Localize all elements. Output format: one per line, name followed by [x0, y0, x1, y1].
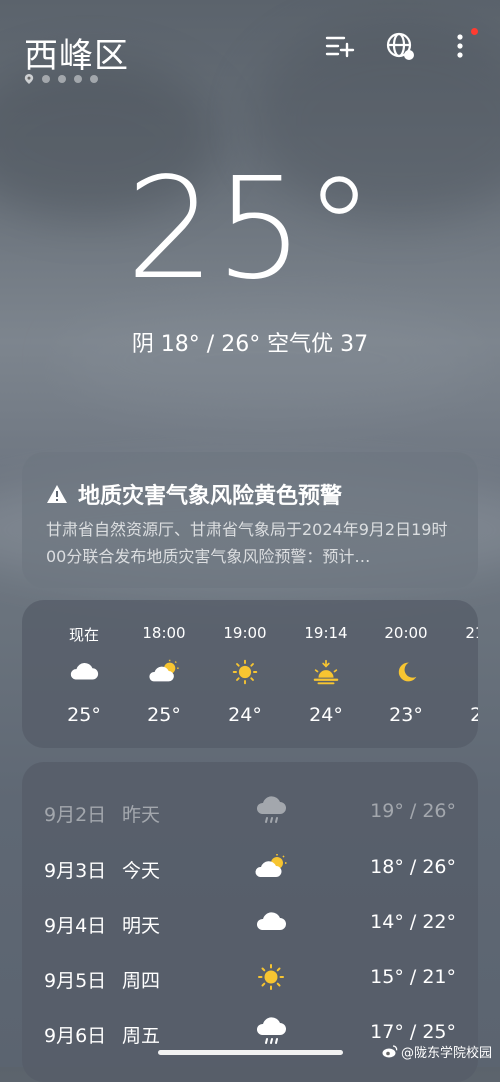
hour-temperature: 23°	[389, 704, 423, 726]
sunset-icon	[310, 658, 342, 686]
hour-temperature: 24°	[309, 704, 343, 726]
hour-time: 18:00	[142, 624, 186, 642]
sun-icon	[254, 962, 288, 992]
moon-icon	[471, 658, 478, 686]
day-date: 9月2日	[44, 804, 107, 826]
notification-dot	[471, 28, 478, 35]
weibo-icon	[382, 1045, 398, 1058]
rain-cloud-icon	[254, 796, 288, 826]
day-temperature-range: 15° / 21°	[370, 966, 456, 988]
page-dot	[74, 75, 82, 83]
weather-summary: 阴 18° / 26° 空气优 37	[131, 332, 369, 357]
page-dot	[90, 75, 98, 83]
day-date: 9月4日	[44, 915, 107, 937]
day-temperature-range: 18° / 26°	[370, 856, 456, 878]
page-dot	[42, 75, 50, 83]
weather-alert-card[interactable]: 地质灾害气象风险黄色预警 甘肃省自然资源厅、甘肃省气象局于2024年9月2日19…	[22, 452, 478, 588]
rain-cloud-icon	[254, 1017, 288, 1047]
hour-time: 19:00	[223, 624, 267, 642]
day-temperature-range: 19° / 26°	[370, 800, 456, 822]
day-weekday: 周五	[122, 1025, 161, 1047]
partly-sunny-icon	[148, 658, 180, 686]
top-bar: 西峰区	[0, 0, 500, 100]
daily-row[interactable]: 9月4日 明天 14° / 22°	[22, 903, 478, 943]
hour-time: 20:00	[384, 624, 428, 642]
cloud-icon	[68, 658, 100, 686]
city-name[interactable]: 西峰区	[24, 28, 129, 77]
page-dot	[58, 75, 66, 83]
daily-forecast[interactable]: 9月2日 昨天 19° / 26° 9月3日 今天 18° / 26° 9月4日 明天 14° …	[22, 762, 478, 1082]
day-date: 9月3日	[44, 860, 107, 882]
day-date: 9月6日	[44, 1025, 107, 1047]
hour-temperature: 24°	[228, 704, 262, 726]
cloud-icon	[254, 907, 288, 937]
warning-icon	[47, 485, 67, 503]
daily-row[interactable]: 9月2日 昨天 19° / 26°	[22, 792, 478, 832]
add-city-icon[interactable]	[324, 30, 356, 62]
current-temperature: 25°	[125, 148, 375, 311]
moon-icon	[390, 658, 422, 686]
day-temperature-range: 14° / 22°	[370, 911, 456, 933]
day-weekday: 明天	[122, 915, 161, 937]
globe-weather-icon[interactable]	[384, 30, 416, 62]
more-menu-icon[interactable]	[444, 28, 478, 62]
alert-text: 甘肃省自然资源厅、甘肃省气象局于2024年9月2日19时00分联合发布地质灾害气…	[46, 520, 448, 566]
day-weekday: 昨天	[122, 804, 161, 826]
hour-temperature: 25°	[67, 704, 101, 726]
hourly-forecast[interactable]: 现在 25° 18:00 25° 19:00 24° 19:14 24° 20:00 23° 21:…	[22, 600, 478, 748]
sun-icon	[229, 658, 261, 686]
watermark: @陇东学院校园	[382, 1042, 492, 1061]
day-weekday: 今天	[122, 860, 161, 882]
partly-sunny-icon	[254, 852, 288, 882]
home-indicator[interactable]	[158, 1050, 343, 1055]
watermark-text: @陇东学院校园	[400, 1046, 492, 1061]
alert-title: 地质灾害气象风险黄色预警	[78, 484, 343, 509]
page-indicator	[24, 74, 98, 84]
daily-row[interactable]: 9月5日 周四 15° / 21°	[22, 958, 478, 998]
hour-time: 19:14	[304, 624, 348, 642]
daily-row[interactable]: 9月3日 今天 18° / 26°	[22, 848, 478, 888]
day-weekday: 周四	[122, 970, 161, 992]
hour-time: 21:00	[465, 624, 478, 642]
hour-temperature: 22°	[470, 704, 478, 726]
day-date: 9月5日	[44, 970, 107, 992]
hour-time: 现在	[68, 626, 99, 644]
hour-temperature: 25°	[147, 704, 181, 726]
day-temperature-range: 17° / 25°	[370, 1021, 456, 1043]
cloud-texture	[60, 300, 480, 420]
location-pin-icon	[24, 74, 34, 84]
